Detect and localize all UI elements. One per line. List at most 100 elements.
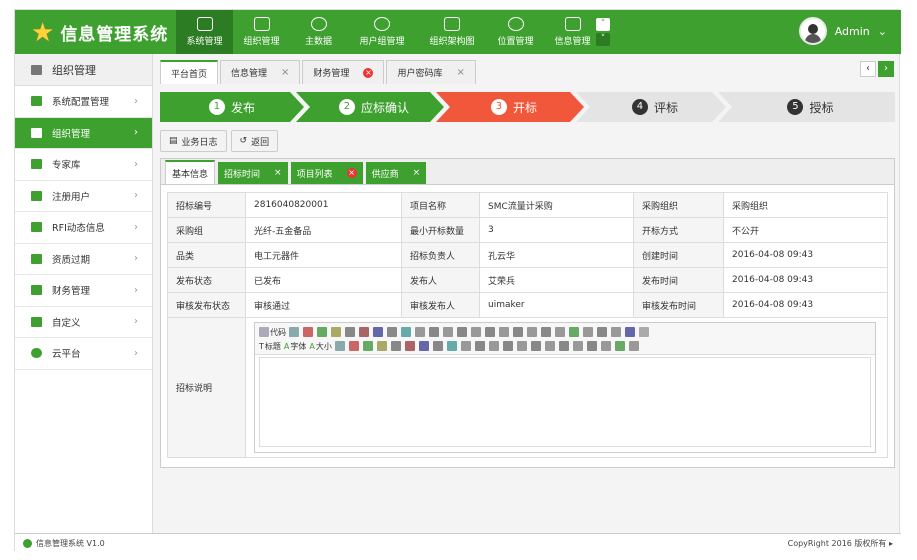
editor-tool-icon[interactable] [404,341,415,351]
sidebar-item-experts[interactable]: 专家库 › [15,149,152,181]
editor-tool-icon[interactable] [513,327,523,337]
close-icon[interactable]: × [413,168,421,178]
editor-tool-icon[interactable] [625,327,635,337]
editor-tool-icon[interactable] [289,327,299,337]
field-value: 电工元器件 [245,242,402,268]
editor-tool-icon[interactable] [317,327,327,337]
step-publish[interactable]: 1 发布 [160,92,304,122]
editor-tool-icon[interactable] [600,341,611,351]
tab-project-list[interactable]: 项目列表 × [290,162,363,184]
business-log-button[interactable]: ▤ 业务日志 [160,130,227,152]
editor-tool-icon[interactable] [499,327,509,337]
editor-tool-icon[interactable] [569,327,579,337]
editor-tool-icon[interactable] [572,341,583,351]
editor-tool-icon[interactable] [446,341,457,351]
close-icon[interactable]: × [274,168,282,178]
code-button[interactable]: 代码 [259,327,286,338]
close-icon[interactable]: × [281,67,289,78]
editor-tool-icon[interactable] [401,327,411,337]
editor-tool-icon[interactable] [418,341,429,351]
sidebar-item-system-config[interactable]: 系统配置管理 › [15,86,152,118]
editor-tool-icon[interactable] [362,341,373,351]
editor-tool-icon[interactable] [611,327,621,337]
editor-tool-icon[interactable] [376,341,387,351]
nav-item-org-chart[interactable]: 组织架构图 [417,10,487,54]
step-confirm[interactable]: 2 应标确认 [304,92,444,122]
editor-tool-icon[interactable] [597,327,607,337]
editor-tool-icon[interactable] [373,327,383,337]
sidebar-item-cloud[interactable]: 云平台 › [15,338,152,370]
editor-tool-icon[interactable] [303,327,313,337]
tab-basic-info[interactable]: 基本信息 [165,160,216,184]
editor-tool-icon[interactable] [443,327,453,337]
tab-finance[interactable]: 财务管理 × [302,60,385,84]
close-icon[interactable]: × [456,67,464,78]
back-button[interactable]: ↺ 返回 [230,130,279,152]
editor-tool-icon[interactable] [527,327,537,337]
editor-tool-icon[interactable] [628,341,639,351]
sidebar-item-custom[interactable]: 自定义 › [15,307,152,338]
tab-password-library[interactable]: 用户密码库 × [386,60,476,84]
editor-tool-icon[interactable] [471,327,481,337]
editor-tool-icon[interactable] [502,341,513,351]
step-award[interactable]: 5 授标 [726,92,895,122]
editor-tool-icon[interactable] [474,341,485,351]
tab-supplier[interactable]: 供应商 × [365,162,427,184]
nav-item-location[interactable]: 位置管理 [487,10,544,54]
chevron-left-icon[interactable]: ‹ [860,61,876,77]
editor-tool-icon[interactable] [387,327,397,337]
nav-item-system[interactable]: 系统管理 [176,10,233,54]
editor-tool-icon[interactable] [457,327,467,337]
tab-home[interactable]: 平台首页 [160,60,219,84]
nav-item-info[interactable]: 信息管理 [544,10,601,54]
editor-tool-icon[interactable] [345,327,355,337]
editor-tool-icon[interactable] [390,341,401,351]
editor-tool-icon[interactable] [432,341,443,351]
nav-item-master-data[interactable]: 主数据 [290,10,347,54]
sidebar-item-org[interactable]: 组织管理 › [15,117,152,149]
user-menu[interactable]: Admin ⌄ [798,17,887,45]
sidebar-item-finance[interactable]: 财务管理 › [15,275,152,307]
editor-tool-icon[interactable] [558,341,569,351]
nav-item-org[interactable]: 组织管理 [233,10,290,54]
editor-tool-icon[interactable] [555,327,565,337]
editor-tool-icon[interactable] [359,327,369,337]
step-evaluate[interactable]: 4 评标 [584,92,726,122]
size-button[interactable]: A 大小 [309,341,331,352]
editor-tool-icon[interactable] [460,341,471,351]
editor-tool-icon[interactable] [583,327,593,337]
tab-bid-time[interactable]: 招标时间 × [218,162,288,184]
calculator-icon [31,285,42,296]
editor-tool-icon[interactable] [429,327,439,337]
sidebar-item-rfi[interactable]: RFI动态信息 › [15,212,152,244]
chevron-right-icon[interactable]: › [878,61,894,77]
editor-tool-icon[interactable] [541,327,551,337]
editor-tool-icon[interactable] [348,341,359,351]
tab-info-management[interactable]: 信息管理 × [220,60,301,84]
description-textarea[interactable] [259,357,871,447]
chevron-up-icon[interactable]: ˄ [596,18,610,31]
editor-tool-icon[interactable] [544,341,555,351]
editor-tool-icon[interactable] [516,341,527,351]
step-open-bid[interactable]: 3 开标 [444,92,584,122]
editor-tool-icon[interactable] [614,341,625,351]
font-button[interactable]: A 字体 [284,341,306,352]
editor-tool-icon[interactable] [639,327,649,337]
editor-tool-icon[interactable] [586,341,597,351]
heading-button[interactable]: T 标题 [259,341,281,352]
editor-tool-icon[interactable] [530,341,541,351]
detail-panel: 基本信息 招标时间 × 项目列表 × 供应商 × 招标编号 2816040820001 项… [160,158,895,468]
editor-tool-icon[interactable] [331,327,341,337]
editor-tool-icon[interactable] [415,327,425,337]
editor-tool-icon[interactable] [485,327,495,337]
nav-item-user-group[interactable]: 用户组管理 [347,10,417,54]
editor-tool-icon[interactable] [488,341,499,351]
sidebar-item-expired[interactable]: 资质过期 › [15,244,152,275]
field-label: 发布人 [401,267,480,293]
sidebar-item-registered-users[interactable]: 注册用户 › [15,181,152,212]
field-value: 艾荣兵 [479,267,634,293]
editor-tool-icon[interactable] [334,341,345,351]
close-icon[interactable]: × [363,67,374,78]
close-icon[interactable]: × [346,168,357,178]
chevron-down-icon[interactable]: ˅ [596,33,610,46]
